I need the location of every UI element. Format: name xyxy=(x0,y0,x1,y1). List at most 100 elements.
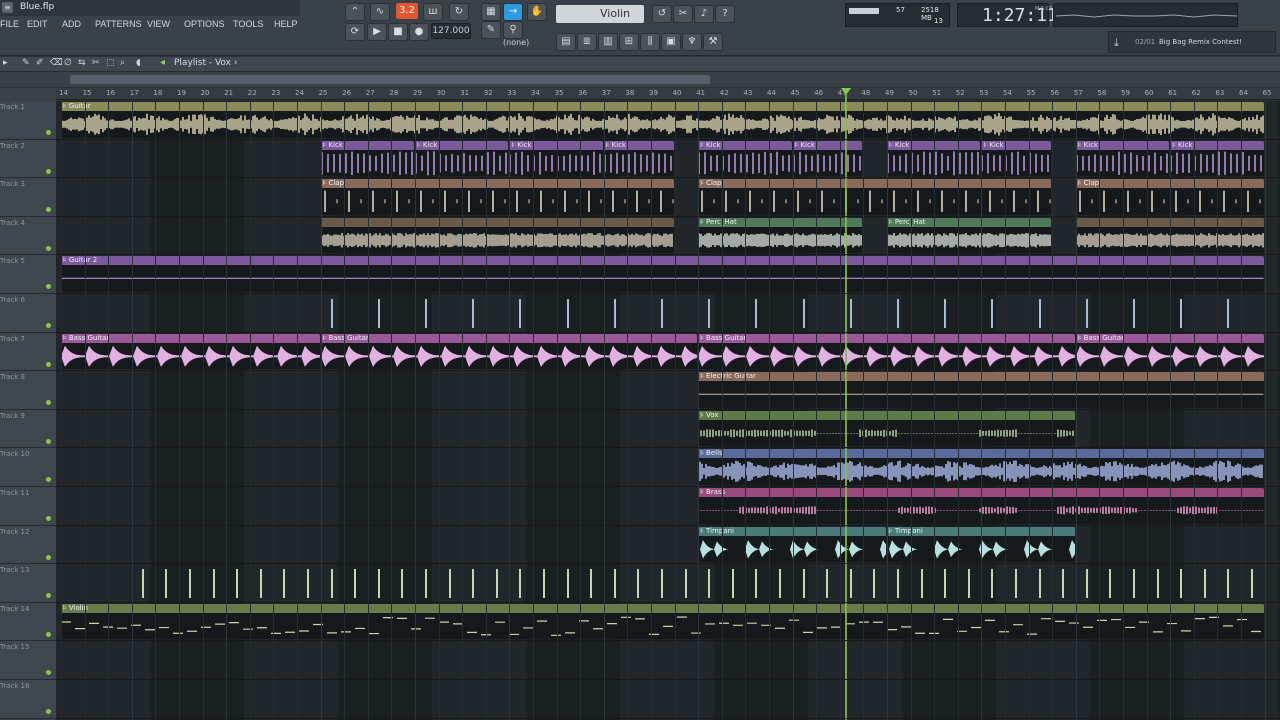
play-button[interactable]: ▶ xyxy=(367,23,387,41)
track-header[interactable]: Track 7 xyxy=(0,332,56,372)
song-time-display[interactable]: 1:27:11 M:S:CS xyxy=(957,3,1058,27)
arp-selector[interactable]: (none) xyxy=(503,38,529,47)
clip-header[interactable] xyxy=(320,217,674,227)
track-enable-led[interactable] xyxy=(46,516,51,521)
track-enable-led[interactable] xyxy=(46,245,51,251)
track-header[interactable]: Track 14 xyxy=(0,602,56,642)
track-header[interactable]: Track 5 xyxy=(0,255,56,294)
track-enable-led[interactable] xyxy=(46,631,51,637)
track-header[interactable]: Track 8 xyxy=(0,371,56,410)
draw-tool-icon[interactable]: ✎ xyxy=(22,58,30,68)
hand-icon[interactable]: ✋ xyxy=(527,3,547,21)
step-icon[interactable]: ш xyxy=(423,3,443,21)
playlist-clip[interactable]: ⊧ Kick xyxy=(603,140,674,177)
menu-patterns[interactable]: PATTERNS xyxy=(95,19,142,29)
menu-add[interactable]: ADD xyxy=(62,19,81,29)
track-enable-led[interactable] xyxy=(46,323,51,328)
track-enable-led[interactable] xyxy=(46,168,51,174)
track-header[interactable]: Track 1 xyxy=(0,101,56,140)
clip-header[interactable]: ⊧ Clap xyxy=(698,179,1052,189)
playlist-clip[interactable]: ⊧ Perc_Hat xyxy=(887,217,1052,254)
menu-edit[interactable]: EDIT xyxy=(27,19,48,29)
timeline-ruler[interactable]: 14 15 16 17 18 19 20 21 22 23 24 25 26 27 28 29 30 31 32 33… xyxy=(56,88,1280,100)
download-icon[interactable]: ⤓ xyxy=(1114,36,1119,50)
mixer-icon[interactable]: ⫼ xyxy=(640,33,660,51)
clip-header[interactable]: ⊧ Bass Guitar xyxy=(61,333,320,343)
clip-header[interactable]: ⊧ Kick xyxy=(792,140,863,150)
plugin-icon[interactable]: ▣ xyxy=(661,33,681,51)
scissors-icon[interactable]: ✂ xyxy=(673,5,693,23)
mic-icon[interactable]: ♪ xyxy=(694,5,714,23)
track-enable-led[interactable] xyxy=(46,554,51,560)
track-enable-led[interactable] xyxy=(46,207,51,213)
playlist-grid[interactable]: ⊧ Guitar ⊧ Kick ⊧ Kick ⊧ Kick ⊧ Kick ⊧ Kick ⊧ … xyxy=(56,101,1280,720)
track-enable-led[interactable] xyxy=(46,400,51,406)
playlist-clip[interactable]: ⊧ Guitar xyxy=(61,102,1264,138)
track-enable-led[interactable] xyxy=(46,361,51,367)
track-enable-led[interactable] xyxy=(46,284,51,290)
playback-tool-icon[interactable]: ◖ xyxy=(136,58,141,68)
typing-keyboard-icon[interactable]: ▦ xyxy=(481,3,501,21)
track-header[interactable]: Track 12 xyxy=(0,525,56,565)
undo-icon[interactable]: ↺ xyxy=(652,5,672,23)
snap-icon[interactable]: → xyxy=(503,3,523,21)
wait-icon[interactable]: ∿ xyxy=(370,3,390,21)
clip-header[interactable]: ⊧ Clap xyxy=(320,179,674,189)
track-header[interactable]: Track 16 xyxy=(0,680,56,719)
playlist-clip[interactable]: ⊧ Kick xyxy=(792,140,863,177)
track-header[interactable]: Track 13 xyxy=(0,564,56,603)
tuning-icon[interactable]: ♆ xyxy=(682,33,702,51)
playlist-arrow-icon[interactable]: ◂ xyxy=(160,57,165,68)
track-header[interactable]: Track 10 xyxy=(0,448,56,487)
menu-options[interactable]: OPTIONS xyxy=(184,19,225,29)
playlist-clip[interactable] xyxy=(320,217,674,254)
record-button[interactable]: ● xyxy=(409,23,429,41)
menu-arrow-icon[interactable]: ▸ xyxy=(3,58,8,68)
playlist-clip[interactable]: ⊧ Perc_Hat xyxy=(698,217,863,254)
playlist-clip[interactable]: ⊧ Violin xyxy=(61,603,1264,640)
instrument-selector[interactable]: Violin xyxy=(556,5,644,23)
link-icon[interactable]: ⚲ xyxy=(503,21,523,39)
loop-record-icon[interactable]: ↻ xyxy=(449,3,469,21)
playlist-clip[interactable]: ⊧ Bass Guitar xyxy=(61,333,320,370)
clip-header[interactable]: ⊧ Guitar xyxy=(61,102,1264,111)
tempo-display[interactable]: 127.000 xyxy=(431,23,471,39)
delete-tool-icon[interactable]: ⌫ xyxy=(50,58,63,68)
slip-tool-icon[interactable]: ⇆ xyxy=(78,58,86,68)
clip-header[interactable]: ⊧ Perc_Hat xyxy=(887,217,1052,227)
track-header[interactable]: Track 4 xyxy=(0,216,56,256)
channel-rack-icon[interactable]: ≣ xyxy=(577,33,597,51)
news-panel[interactable]: ⤓ 02/01 Big Bag Remix Contest! xyxy=(1108,31,1276,53)
track-header[interactable]: Track 15 xyxy=(0,641,56,680)
select-tool-icon[interactable]: ⬚ xyxy=(106,58,115,68)
browser-icon[interactable]: ⊞ xyxy=(619,33,639,51)
track-header[interactable]: Track 9 xyxy=(0,409,56,449)
track-enable-led[interactable] xyxy=(46,670,51,676)
clip-header[interactable]: ⊧ Guitar 2 xyxy=(61,256,1264,266)
brush-icon[interactable]: ✎ xyxy=(481,21,501,39)
track-header[interactable]: Track 2 xyxy=(0,139,56,179)
clip-header[interactable]: ⊧ Kick xyxy=(981,140,1052,150)
clip-header[interactable]: ⊧ Perc_Hat xyxy=(698,217,863,227)
track-enable-led[interactable] xyxy=(46,593,51,599)
track-header[interactable]: Track 11 xyxy=(0,487,56,526)
menu-tools[interactable]: TOOLS xyxy=(233,19,263,29)
zoom-tool-icon[interactable]: ⌕ xyxy=(120,58,125,68)
playlist-clip[interactable]: ⊧ Clap xyxy=(320,179,674,215)
playlist-icon[interactable]: ▤ xyxy=(556,33,576,51)
slice-tool-icon[interactable]: ✂ xyxy=(92,58,100,68)
track-enable-led[interactable] xyxy=(46,709,51,714)
menu-view[interactable]: VIEW xyxy=(147,19,170,29)
pattern-number[interactable]: 3.2 xyxy=(396,3,418,19)
help-icon[interactable]: ? xyxy=(715,5,735,23)
playlist-scrollbar[interactable] xyxy=(70,75,710,84)
metronome-icon[interactable]: ⌃ xyxy=(345,3,365,21)
playlist-clip[interactable]: ⊧ Kick xyxy=(981,140,1052,177)
menu-file[interactable]: FILE xyxy=(0,19,19,29)
clip-header[interactable]: ⊧ Violin xyxy=(61,603,1264,613)
track-enable-led[interactable] xyxy=(46,438,51,444)
clip-header[interactable]: ⊧ Kick xyxy=(603,140,674,150)
track-header[interactable]: Track 3 xyxy=(0,178,56,217)
paint-tool-icon[interactable]: ✐ xyxy=(36,58,44,68)
tools-icon[interactable]: ⚒ xyxy=(703,33,723,51)
